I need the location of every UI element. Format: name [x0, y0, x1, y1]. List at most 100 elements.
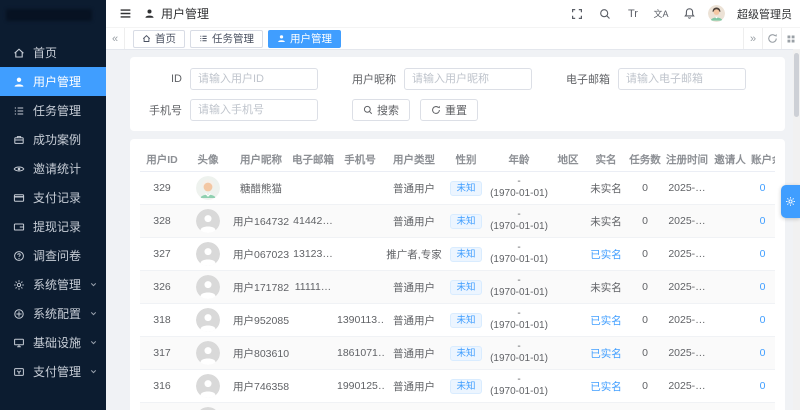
cell-inviter	[710, 402, 750, 410]
cell-register-time: 2025-…	[664, 171, 710, 205]
tab-bar: « 首页 任务管理 用户管理 »	[106, 27, 800, 50]
sidebar-item-system-management[interactable]: 系统管理	[0, 270, 106, 299]
tab-task-management[interactable]: 任务管理	[190, 29, 263, 48]
balance-link[interactable]: 0	[760, 215, 766, 227]
email-input[interactable]	[618, 68, 746, 90]
sidebar-item-payment-records[interactable]: 支付记录	[0, 183, 106, 212]
cell-age: -(1970-01-01)	[488, 336, 550, 370]
tabs-more-grid-icon[interactable]	[781, 28, 800, 49]
cell-avatar	[184, 303, 232, 337]
id-input[interactable]	[190, 68, 318, 90]
fullscreen-icon[interactable]	[568, 5, 586, 23]
sidebar-item-home[interactable]: 首页	[0, 38, 106, 67]
cell-realname: 未实名	[586, 402, 626, 410]
balance-link[interactable]: 0	[760, 248, 766, 260]
sidebar-item-task-management[interactable]: 任务管理	[0, 96, 106, 125]
balance-link[interactable]: 0	[760, 380, 766, 392]
sidebar-item-label: 系统管理	[33, 278, 82, 292]
cell-balance: 0	[750, 270, 775, 304]
table-row: 316 用户746358 1990125… 普通用户 未知 - (1970-01-01) 已实…	[140, 369, 775, 403]
hamburger-menu-icon[interactable]	[116, 5, 134, 23]
tab-user-management[interactable]: 用户管理	[268, 29, 341, 48]
scrollbar-thumb[interactable]	[794, 53, 799, 117]
cell-register-time: 2025-…	[664, 336, 710, 370]
column-header-inviter: 邀请人	[710, 147, 750, 172]
realname-status: 未实名	[590, 281, 622, 294]
phone-input[interactable]	[190, 99, 318, 121]
column-header-realname: 实名	[586, 147, 626, 172]
reset-button[interactable]: 重置	[420, 99, 478, 121]
tabs-refresh-icon[interactable]	[762, 28, 781, 49]
breadcrumb-label: 用户管理	[161, 7, 210, 21]
balance-link[interactable]: 0	[760, 347, 766, 359]
sidebar-item-label: 基础设施	[33, 336, 82, 350]
table-row: 327 用户067023 13123… 推广者,专家 未知 - (1970-01-01) 已实…	[140, 237, 775, 271]
sidebar-item-label: 支付管理	[33, 365, 82, 379]
cell-age: -(1970-01-01)	[488, 402, 550, 410]
cell-realname: 已实名	[586, 369, 626, 403]
chevron-down-icon	[90, 341, 97, 345]
settings-drawer-button[interactable]	[781, 185, 800, 218]
sidebar-item-survey[interactable]: 调查问卷	[0, 241, 106, 270]
cell-age: -(1970-01-01)	[488, 270, 550, 304]
column-header-avatar: 头像	[184, 147, 232, 172]
cell-avatar	[184, 270, 232, 304]
tabs-collapse-left-icon[interactable]: «	[106, 28, 125, 49]
sidebar-item-system-config[interactable]: 系统配置	[0, 299, 106, 328]
cell-email: 64858…	[290, 402, 336, 410]
sidebar-item-withdraw-records[interactable]: 提现记录	[0, 212, 106, 241]
user-name[interactable]: 超级管理员	[737, 6, 792, 22]
nickname-input[interactable]	[404, 68, 532, 90]
cell-balance: 0	[750, 204, 775, 238]
balance-link[interactable]: 0	[760, 314, 766, 326]
tabs-expand-right-icon[interactable]: »	[743, 28, 762, 49]
sidebar-item-payment-management[interactable]: 支付管理	[0, 357, 106, 386]
tab-home[interactable]: 首页	[133, 29, 185, 48]
cell-phone: 1861071…	[336, 336, 384, 370]
font-size-icon[interactable]: Tr	[624, 5, 642, 23]
cell-age: -(1970-01-01)	[488, 369, 550, 403]
sidebar-item-user-management[interactable]: 用户管理	[0, 67, 106, 96]
task-list-icon	[14, 106, 24, 115]
cell-user-id: 326	[140, 270, 184, 304]
notification-bell-icon[interactable]	[680, 5, 698, 23]
search-icon[interactable]	[596, 5, 614, 23]
gear-icon	[14, 279, 24, 290]
sidebar-item-success-cases[interactable]: 成功案例	[0, 125, 106, 154]
home-icon	[142, 35, 151, 42]
sidebar-item-invite-stats[interactable]: 邀请统计	[0, 154, 106, 183]
cell-user-type: 普通用户	[384, 204, 444, 238]
balance-link[interactable]: 0	[760, 182, 766, 194]
cell-realname: 未实名	[586, 270, 626, 304]
cell-email	[290, 336, 336, 370]
translate-icon[interactable]: 文A	[652, 5, 670, 23]
cell-register-time: 2025-…	[664, 402, 710, 410]
sidebar-item-label: 邀请统计	[33, 162, 82, 176]
column-header-region: 地区	[550, 147, 586, 172]
search-button[interactable]: 搜索	[352, 99, 410, 121]
cell-task-count: 0	[626, 402, 664, 410]
cell-region	[550, 237, 586, 271]
cell-user-id: 316	[140, 369, 184, 403]
chevron-down-icon	[90, 370, 97, 374]
balance-link[interactable]: 0	[760, 281, 766, 293]
email-field-label: 电子邮箱	[566, 74, 610, 86]
cell-phone: 1390113…	[336, 303, 384, 337]
gender-tag: 未知	[450, 213, 482, 229]
cell-avatar	[184, 237, 232, 271]
table-header-row: 用户ID 头像 用户昵称 电子邮箱 手机号 用户类型 性别 年龄 地区 实名 任…	[140, 147, 775, 172]
cell-task-count: 0	[626, 171, 664, 205]
column-header-email: 电子邮箱	[290, 147, 336, 172]
id-field-label: ID	[171, 73, 182, 85]
cell-region	[550, 402, 586, 410]
default-avatar-icon	[196, 275, 220, 299]
sidebar: 首页 用户管理 任务管理 成功案例 邀请统计 支付记录 提现记录 调查问卷 系统…	[0, 0, 106, 410]
cell-inviter	[710, 369, 750, 403]
cell-gender: 未知	[444, 336, 488, 370]
sidebar-item-infrastructure[interactable]: 基础设施	[0, 328, 106, 357]
column-header-register-time: 注册时间	[664, 147, 710, 172]
user-avatar[interactable]	[708, 5, 725, 22]
cell-email	[290, 303, 336, 337]
top-header: 用户管理 Tr 文A 超级管理员	[106, 0, 800, 27]
cell-inviter	[710, 171, 750, 205]
